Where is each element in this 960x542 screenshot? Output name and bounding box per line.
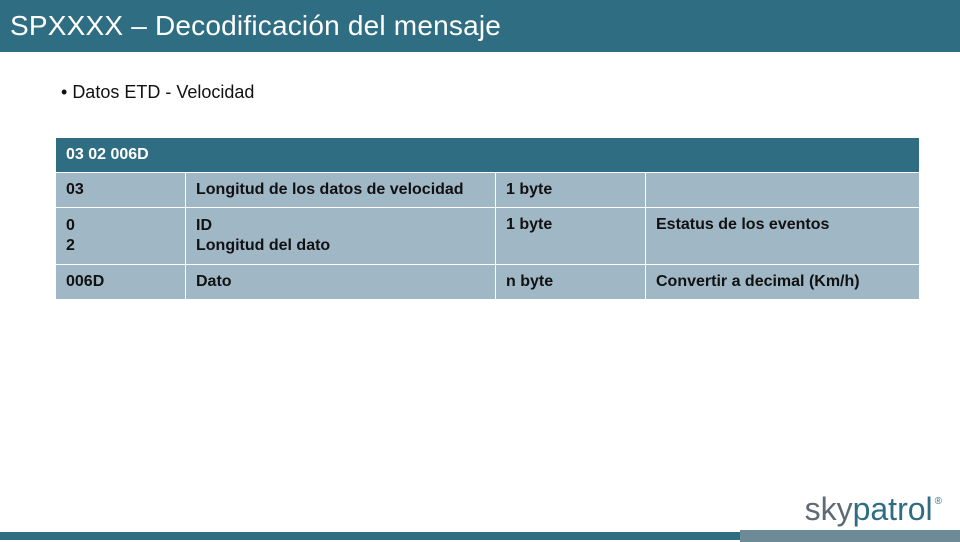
cell-note: Estatus de los eventos bbox=[646, 208, 920, 265]
cell-desc: Longitud de los datos de velocidad bbox=[186, 173, 496, 208]
footer-bar bbox=[0, 532, 960, 540]
table-row: 0 2 ID Longitud del dato 1 byte Estatus … bbox=[56, 208, 920, 265]
table-header-row: 03 02 006D bbox=[56, 138, 920, 173]
logo-part-patrol: patrol bbox=[853, 491, 933, 528]
table-header: 03 02 006D bbox=[56, 138, 920, 173]
cell-code: 03 bbox=[56, 173, 186, 208]
bullet-etd-velocidad: Datos ETD - Velocidad bbox=[61, 82, 920, 103]
cell-code: 006D bbox=[56, 265, 186, 300]
cell-note: Convertir a decimal (Km/h) bbox=[646, 265, 920, 300]
cell-size: 1 byte bbox=[496, 208, 646, 265]
cell-note bbox=[646, 173, 920, 208]
cell-size: 1 byte bbox=[496, 173, 646, 208]
content-area: Datos ETD - Velocidad 03 02 006D 03 Long… bbox=[0, 52, 960, 300]
cell-code: 0 2 bbox=[56, 208, 186, 265]
logo-part-sky: sky bbox=[805, 491, 853, 528]
table-row: 03 Longitud de los datos de velocidad 1 … bbox=[56, 173, 920, 208]
page-title: SPXXXX – Decodificación del mensaje bbox=[10, 10, 501, 42]
skypatrol-logo: skypatrol® bbox=[805, 491, 940, 528]
cell-desc: Dato bbox=[186, 265, 496, 300]
table-row: 006D Dato n byte Convertir a decimal (Km… bbox=[56, 265, 920, 300]
cell-size: n byte bbox=[496, 265, 646, 300]
footer-logo-area: skypatrol® bbox=[805, 491, 940, 528]
cell-desc: ID Longitud del dato bbox=[186, 208, 496, 265]
decode-table: 03 02 006D 03 Longitud de los datos de v… bbox=[55, 137, 920, 300]
logo-registered-icon: ® bbox=[935, 496, 942, 507]
title-bar: SPXXXX – Decodificación del mensaje bbox=[0, 0, 960, 52]
